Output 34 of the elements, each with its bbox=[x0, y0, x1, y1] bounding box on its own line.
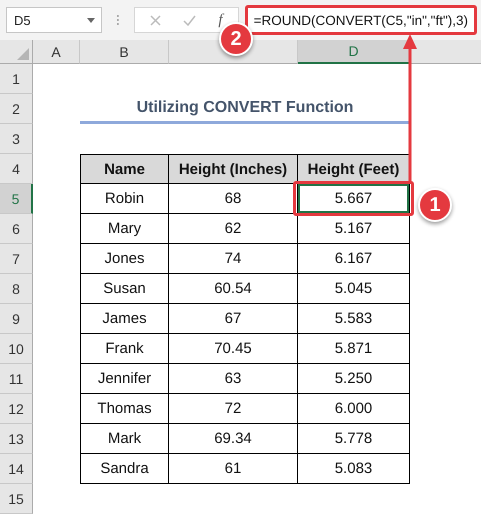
table-cell: Jones bbox=[80, 244, 169, 274]
table-cell: 5.250 bbox=[298, 364, 410, 394]
table-cell: Frank bbox=[80, 334, 169, 364]
table-cell: 61 bbox=[169, 454, 298, 484]
table-cell: 72 bbox=[169, 394, 298, 424]
table-cell: Robin bbox=[80, 184, 169, 214]
table-cell: 5.778 bbox=[298, 424, 410, 454]
table-cell: 5.083 bbox=[298, 454, 410, 484]
table-cell: 74 bbox=[169, 244, 298, 274]
table-cell: 70.45 bbox=[169, 334, 298, 364]
table-cell: 6.000 bbox=[298, 394, 410, 424]
table-cell: Thomas bbox=[80, 394, 169, 424]
table-cell: 68 bbox=[169, 184, 298, 214]
table-cell: Jennifer bbox=[80, 364, 169, 394]
step-callout-tooltip: 1 bbox=[418, 188, 452, 222]
table-cell: Mark bbox=[80, 424, 169, 454]
table-cell: 5.167 bbox=[298, 214, 410, 244]
table-cell: 69.34 bbox=[169, 424, 298, 454]
table-cell: Sandra bbox=[80, 454, 169, 484]
table-header-cell: Name bbox=[80, 154, 169, 184]
table-cell: Susan bbox=[80, 274, 169, 304]
table-cell: James bbox=[80, 304, 169, 334]
table-cell: 5.667 bbox=[298, 184, 410, 214]
table-cell: 60.54 bbox=[169, 274, 298, 304]
table-cell: 63 bbox=[169, 364, 298, 394]
table-cell: 5.045 bbox=[298, 274, 410, 304]
table-cell: 62 bbox=[169, 214, 298, 244]
table-header-cell: Height (Inches) bbox=[169, 154, 298, 184]
table-cell: Mary bbox=[80, 214, 169, 244]
sheet-title: Utilizing CONVERT Function bbox=[80, 94, 410, 124]
table-cell: 6.167 bbox=[298, 244, 410, 274]
table-cell: 5.871 bbox=[298, 334, 410, 364]
table-cell: 67 bbox=[169, 304, 298, 334]
table-cell: 5.583 bbox=[298, 304, 410, 334]
